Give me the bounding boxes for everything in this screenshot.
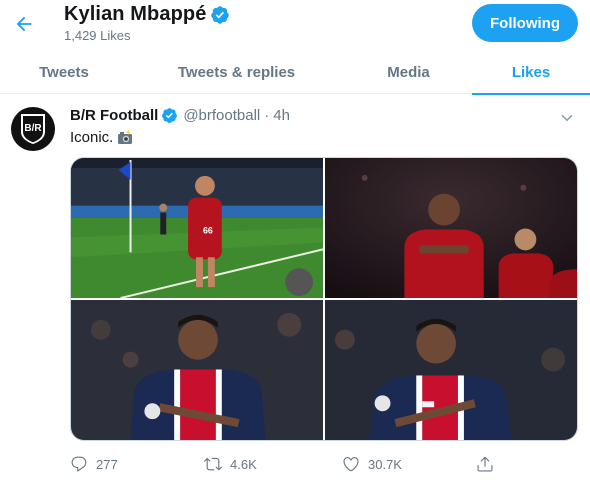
avatar[interactable]: B/R [11, 107, 55, 151]
tab-media[interactable]: Media [345, 50, 472, 94]
retweet-count: 4.6K [230, 456, 257, 472]
tweet-time[interactable]: 4h [273, 107, 290, 124]
heart-icon [343, 457, 359, 472]
author-handle[interactable]: @brfootball [183, 107, 260, 124]
retweet-icon [204, 457, 222, 471]
verified-badge-icon [161, 107, 178, 124]
chevron-down-icon[interactable] [558, 109, 576, 127]
tab-tweets-replies[interactable]: Tweets & replies [128, 50, 345, 94]
camera-flash-emoji-icon [117, 130, 133, 145]
photo-liverpool-players[interactable] [325, 158, 577, 298]
likes-count: 1,429 Likes [64, 28, 131, 43]
photo-psg-player-left[interactable] [71, 300, 323, 440]
profile-name: Kylian Mbappé [64, 3, 207, 25]
tweet[interactable]: B/R B/R Football @brfootball · 4h Iconic… [0, 95, 590, 483]
profile-title: Kylian Mbappé 1,429 Likes [64, 3, 230, 43]
reply-count: 277 [96, 456, 118, 472]
like-count: 30.7K [368, 456, 402, 472]
author-name[interactable]: B/R Football [70, 107, 158, 124]
tab-tweets[interactable]: Tweets [0, 50, 128, 94]
reply-button[interactable]: 277 [70, 455, 118, 473]
retweet-button[interactable]: 4.6K [204, 455, 257, 473]
back-arrow-icon [16, 16, 32, 32]
verified-badge-icon [210, 5, 230, 25]
share-button[interactable] [476, 455, 502, 473]
tweet-actions: 277 4.6K 30.7K [70, 455, 510, 479]
photo-psg-player-right[interactable] [325, 300, 577, 440]
photo-corner-flag-celebration[interactable]: 66 [71, 158, 323, 298]
tweet-text-body: Iconic. [70, 129, 114, 146]
tweet-header: B/R Football @brfootball · 4h [70, 107, 290, 124]
kit-number: 66 [203, 225, 213, 235]
separator-dot: · [264, 107, 270, 124]
media-grid[interactable]: 66 [70, 157, 578, 441]
back-button[interactable] [8, 8, 40, 40]
like-button[interactable]: 30.7K [342, 455, 402, 473]
profile-tabs: Tweets Tweets & replies Media Likes [0, 50, 590, 95]
reply-icon [71, 456, 87, 472]
profile-header: Kylian Mbappé 1,429 Likes Following [0, 0, 590, 50]
tab-likes[interactable]: Likes [472, 50, 590, 95]
tweet-text: Iconic. [70, 129, 133, 146]
avatar-text: B/R [24, 123, 42, 134]
following-button[interactable]: Following [472, 4, 578, 42]
share-icon [477, 456, 493, 472]
br-logo-icon: B/R [21, 114, 45, 144]
